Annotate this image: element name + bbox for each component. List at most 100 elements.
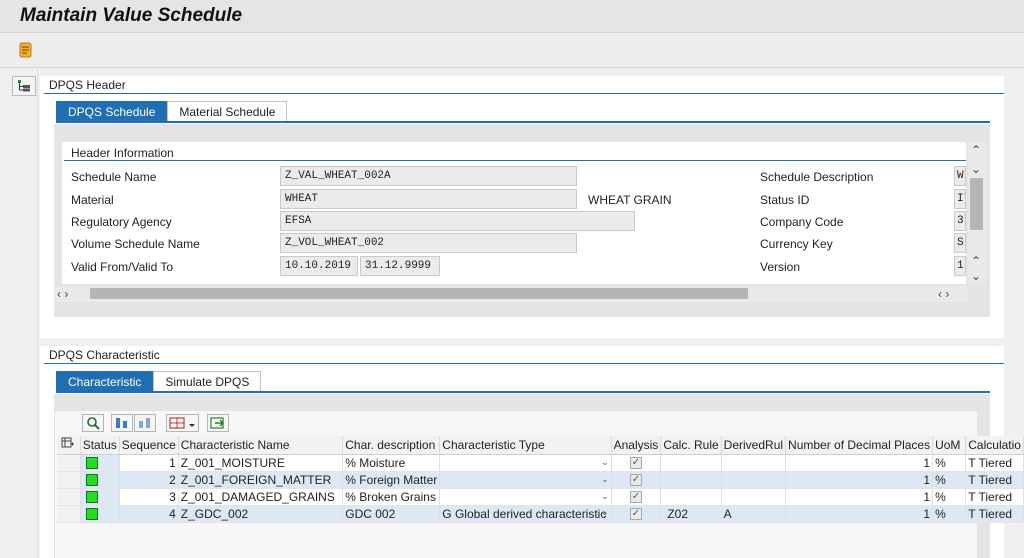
chevron-down-icon: ⌄ [601, 491, 609, 501]
tab-characteristic[interactable]: Characteristic [56, 371, 154, 392]
analysis-cell: ✓ [611, 471, 662, 489]
valid-from-to-label: Valid From/Valid To [71, 260, 174, 274]
tab-dpqs-schedule[interactable]: DPQS Schedule [56, 101, 168, 122]
horizontal-scroll-thumb[interactable] [90, 288, 748, 299]
scroll-top-icon[interactable]: ⌃ [971, 144, 981, 156]
table-row[interactable]: 1 Z_001_MOISTURE % Moisture ⌄ ✓ 1 % T Ti… [57, 454, 1024, 472]
vertical-scroll-thumb[interactable] [970, 178, 983, 230]
row-selector[interactable] [57, 471, 81, 489]
column-header-decimal-places[interactable]: Number of Decimal Places [785, 436, 934, 455]
sort-ascending-button[interactable] [111, 414, 133, 432]
characteristic-name-cell: Z_001_MOISTURE [178, 454, 344, 472]
application-toolbar [0, 34, 1024, 68]
layout-grid-icon [169, 417, 195, 429]
layout-menu-button[interactable] [166, 414, 199, 432]
column-settings-header[interactable] [57, 436, 81, 455]
column-header-char-description[interactable]: Char. description [342, 436, 441, 455]
char-description-cell: % Broken Grains [342, 488, 441, 506]
export-button[interactable] [207, 414, 229, 432]
tab-material-schedule[interactable]: Material Schedule [167, 101, 288, 122]
characteristic-tab-underline [56, 391, 990, 393]
column-header-uom[interactable]: UoM [932, 436, 967, 455]
column-header-sequence[interactable]: Sequence [119, 436, 179, 455]
calculation-cell: T Tiered [965, 505, 1024, 523]
header-group-divider [44, 93, 1004, 94]
status-green-icon [85, 474, 98, 487]
calc-rule-cell [660, 488, 722, 506]
chevron-down-icon: ⌄ [601, 474, 609, 484]
status-cell [80, 488, 120, 506]
sequence-cell: 4 [119, 505, 179, 523]
calculation-cell: T Tiered [965, 488, 1024, 506]
status-green-icon [85, 457, 98, 470]
characteristic-group-divider [44, 363, 1004, 364]
schedule-description-field[interactable]: W [954, 166, 966, 186]
characteristic-type-select[interactable]: ⌄ G Global derived characteristic [439, 505, 612, 523]
sort-descending-button[interactable] [134, 414, 156, 432]
schedule-name-field[interactable]: Z_VAL_WHEAT_002A [280, 166, 577, 186]
uom-cell: % [932, 471, 967, 489]
sort-descending-icon [139, 418, 150, 428]
side-column [0, 69, 38, 558]
analysis-checkbox[interactable]: ✓ [629, 474, 642, 487]
status-green-icon [85, 491, 98, 504]
sequence-cell: 1 [119, 454, 179, 472]
column-header-characteristic-name[interactable]: Characteristic Name [178, 436, 344, 455]
scroll-icon[interactable] [17, 41, 34, 59]
toggle-navigation-button[interactable] [12, 76, 36, 96]
characteristic-type-select[interactable]: ⌄ [439, 454, 612, 472]
scroll-bottom-icon[interactable]: ⌄ [971, 270, 981, 282]
schedule-name-label: Schedule Name [71, 170, 157, 184]
scroll-left-icon[interactable]: ‹ › [57, 288, 68, 300]
characteristic-name-cell: Z_GDC_002 [178, 505, 344, 523]
analysis-checkbox[interactable]: ✓ [629, 508, 642, 521]
column-header-calc-rule[interactable]: Calc. Rule [660, 436, 722, 455]
characteristic-type-select[interactable]: ⌄ [439, 488, 612, 506]
valid-to-field[interactable]: 31.12.9999 [360, 256, 440, 276]
characteristic-tabstrip: Characteristic Simulate DPQS [56, 371, 262, 392]
version-field[interactable]: 1 [954, 256, 966, 276]
details-button[interactable] [82, 414, 104, 432]
column-header-derived-rule[interactable]: DerivedRul [721, 436, 787, 455]
column-header-analysis[interactable]: Analysis [611, 436, 662, 455]
page-title: Maintain Value Schedule [20, 5, 243, 26]
row-selector[interactable] [57, 488, 81, 506]
currency-key-field[interactable]: S [954, 233, 966, 253]
schedule-description-label: Schedule Description [760, 170, 874, 184]
calc-rule-cell [660, 454, 722, 472]
column-header-status[interactable]: Status [80, 436, 120, 455]
regulatory-agency-field[interactable]: EFSA [280, 211, 635, 231]
row-selector[interactable] [57, 454, 81, 472]
sequence-cell: 2 [119, 471, 179, 489]
column-header-calculation[interactable]: Calculatio [965, 436, 1024, 455]
header-group-title: DPQS Header [49, 78, 126, 92]
characteristic-type-value: G Global derived characteristic [442, 506, 607, 521]
volume-schedule-name-label: Volume Schedule Name [71, 237, 200, 251]
scroll-up-icon[interactable]: ⌄ [971, 163, 981, 175]
row-selector[interactable] [57, 505, 81, 523]
analysis-checkbox[interactable]: ✓ [629, 457, 642, 470]
uom-cell: % [932, 505, 967, 523]
table-row[interactable]: 3 Z_001_DAMAGED_GRAINS % Broken Grains ⌄… [57, 488, 1024, 506]
regulatory-agency-label: Regulatory Agency [71, 215, 172, 229]
scroll-down-icon[interactable]: ⌃ [971, 255, 981, 267]
column-header-characteristic-type[interactable]: Characteristic Type [439, 436, 612, 455]
decimal-places-cell: 1 [785, 454, 934, 472]
header-tabstrip: DPQS Schedule Material Schedule [56, 101, 288, 122]
company-code-field[interactable]: 3 [954, 211, 966, 231]
scroll-right-icon[interactable]: ‹ › [938, 288, 949, 300]
characteristic-type-select[interactable]: ⌄ [439, 471, 612, 489]
table-row[interactable]: 4 Z_GDC_002 GDC 002 ⌄ G Global derived ch… [57, 505, 1024, 523]
tab-simulate-dpqs[interactable]: Simulate DPQS [153, 371, 262, 392]
column-settings-icon [61, 437, 74, 448]
analysis-cell: ✓ [611, 454, 662, 472]
sort-ascending-icon [116, 418, 127, 428]
valid-from-field[interactable]: 10.10.2019 [280, 256, 358, 276]
status-cell [80, 454, 120, 472]
magnifier-details-icon [87, 417, 100, 430]
table-row[interactable]: 2 Z_001_FOREIGN_MATTER % Foreign Matter … [57, 471, 1024, 489]
volume-schedule-name-field[interactable]: Z_VOL_WHEAT_002 [280, 233, 577, 253]
material-field[interactable]: WHEAT [280, 189, 577, 209]
analysis-checkbox[interactable]: ✓ [629, 491, 642, 504]
status-id-field[interactable]: I7 [954, 189, 966, 209]
